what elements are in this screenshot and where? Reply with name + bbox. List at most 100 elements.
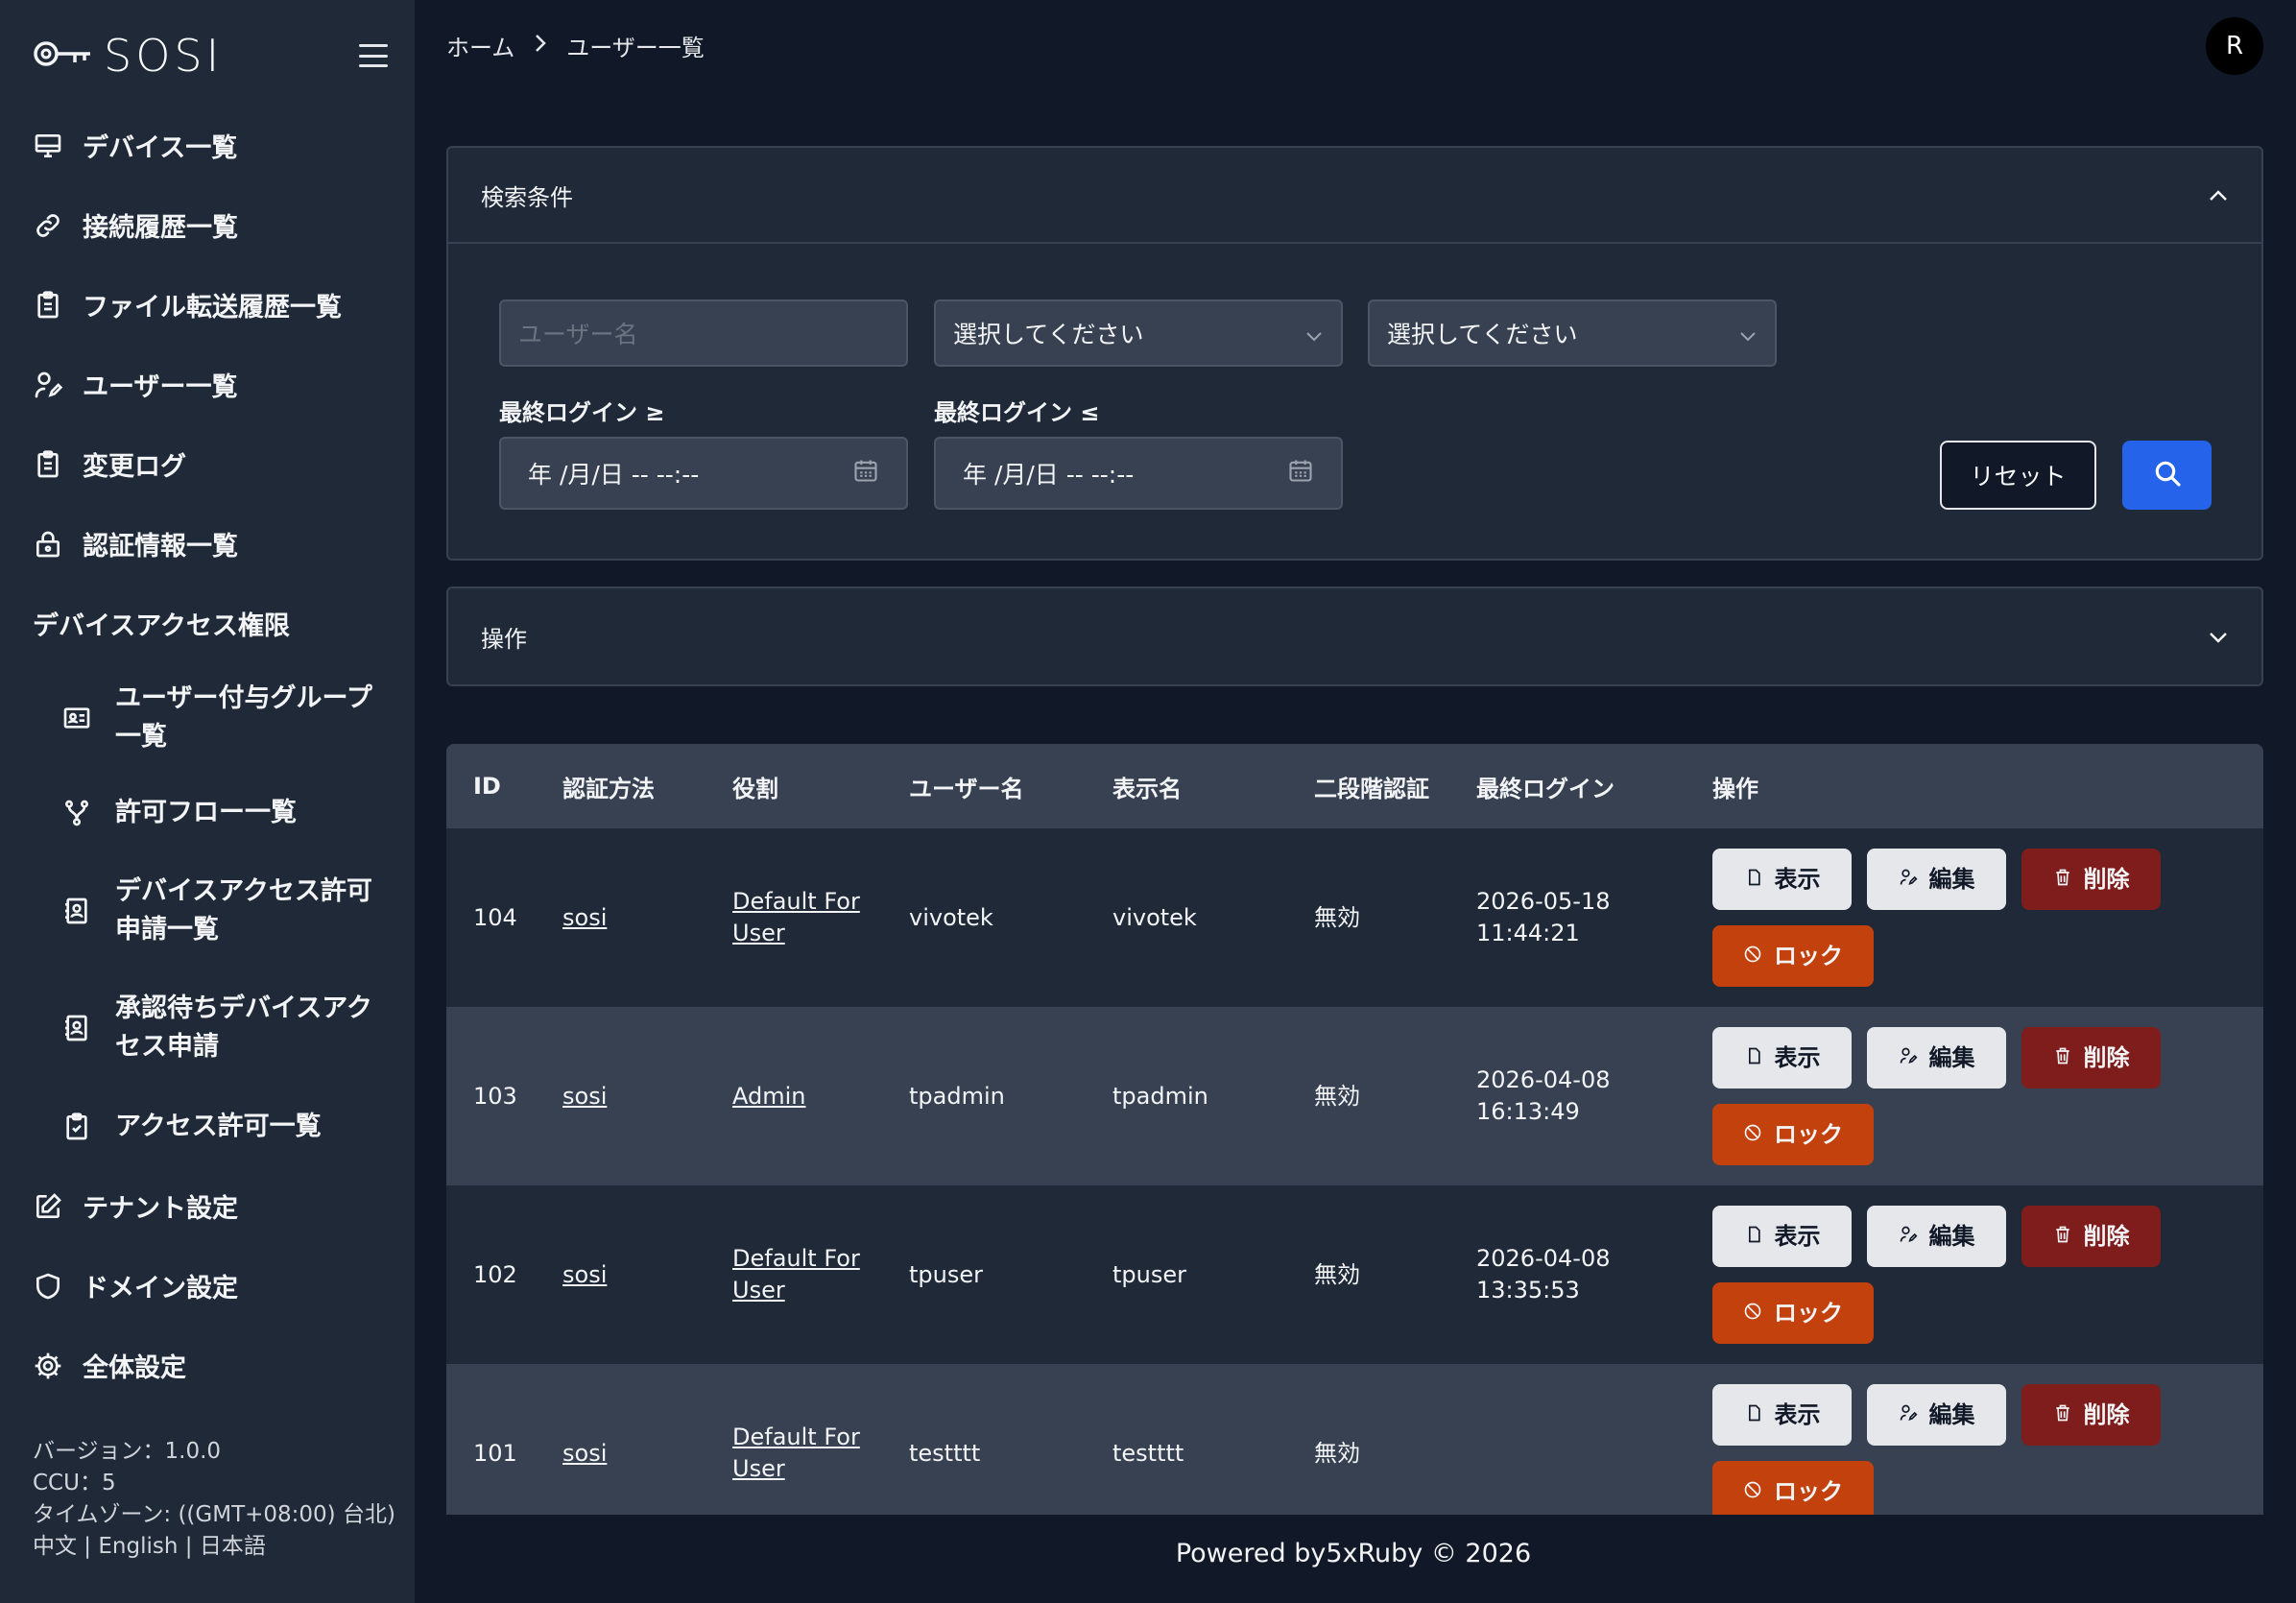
sidebar-footer: バージョン：1.0.0 CCU：5 タイムゾーン: ((GMT+08:00) 台… xyxy=(33,1436,395,1563)
search-button[interactable] xyxy=(2122,441,2212,510)
lang-separator: | xyxy=(77,1534,99,1559)
reset-button[interactable]: リセット xyxy=(1940,441,2096,510)
sidebar-item-users[interactable]: ユーザー一覧 xyxy=(0,345,415,424)
sidebar-item-label: デバイスアクセス許可申請一覧 xyxy=(115,876,372,945)
column-header-last-login[interactable]: 最終ログイン xyxy=(1449,744,1686,828)
clipboard-list-icon xyxy=(33,449,63,480)
chevron-down-icon xyxy=(1304,320,1324,347)
edit-button[interactable]: 編集 xyxy=(1867,849,2006,910)
ccu-text: CCU：5 xyxy=(33,1471,116,1495)
avatar[interactable]: R xyxy=(2206,17,2263,75)
sidebar-item-global-settings[interactable]: 全体設定 xyxy=(0,1326,415,1405)
lock-button[interactable]: ロック xyxy=(1712,1282,1874,1344)
sidebar-item-access-permissions[interactable]: アクセス許可一覧 xyxy=(0,1087,415,1166)
view-button[interactable]: 表示 xyxy=(1712,1027,1852,1089)
auth-select[interactable]: 選択してください xyxy=(1368,299,1777,367)
user-edit-icon xyxy=(1899,1042,1918,1074)
language-switcher: 中文 | English | 日本語 xyxy=(33,1531,395,1563)
role-link[interactable]: Default For User xyxy=(732,1245,860,1304)
edit-button[interactable]: 編集 xyxy=(1867,1384,2006,1446)
chevron-down-icon xyxy=(2208,623,2229,650)
delete-button[interactable]: 削除 xyxy=(2021,849,2161,910)
column-header-auth[interactable]: 認証方法 xyxy=(536,744,706,828)
sidebar-item-label: 全体設定 xyxy=(83,1353,186,1383)
cell-display-name: tpadmin xyxy=(1112,1082,1208,1110)
lang-ja-link[interactable]: 日本語 xyxy=(200,1534,266,1559)
cell-2fa: 無効 xyxy=(1314,1082,1360,1110)
cell-username: tpuser xyxy=(909,1260,983,1288)
username-input[interactable]: ユーザー名 xyxy=(499,299,908,367)
sidebar-item-file-transfer-history[interactable]: ファイル転送履歴一覧 xyxy=(0,265,415,345)
clipboard-list-icon xyxy=(33,290,63,321)
column-header-display-name[interactable]: 表示名 xyxy=(1086,744,1287,828)
role-link[interactable]: Default For User xyxy=(732,1424,860,1482)
sidebar-item-permission-flows[interactable]: 許可フロー一覧 xyxy=(0,773,415,852)
view-button[interactable]: 表示 xyxy=(1712,1206,1852,1267)
auth-link[interactable]: sosi xyxy=(562,904,607,931)
lock-button[interactable]: ロック xyxy=(1712,925,1874,987)
column-header-username[interactable]: ユーザー名 xyxy=(882,744,1086,828)
sidebar-item-label: 接続履歴一覧 xyxy=(83,213,238,243)
sidebar-item-change-log[interactable]: 変更ログ xyxy=(0,424,415,504)
lock-button[interactable]: ロック xyxy=(1712,1461,1874,1515)
ban-icon xyxy=(1743,1298,1762,1329)
user-edit-icon xyxy=(1899,864,1918,896)
logo[interactable]: SOSI xyxy=(33,30,223,82)
role-select[interactable]: 選択してください xyxy=(934,299,1343,367)
delete-button[interactable]: 削除 xyxy=(2021,1027,2161,1089)
auth-link[interactable]: sosi xyxy=(562,1261,607,1288)
column-header-actions: 操作 xyxy=(1712,775,1758,802)
calendar-icon[interactable] xyxy=(852,457,879,490)
role-link[interactable]: Default For User xyxy=(732,888,860,946)
delete-button[interactable]: 削除 xyxy=(2021,1384,2161,1446)
search-panel-header[interactable]: 検索条件 xyxy=(448,148,2261,244)
cell-id: 102 xyxy=(473,1260,517,1288)
lang-zh-link[interactable]: 中文 xyxy=(33,1534,77,1559)
column-header-role[interactable]: 役割 xyxy=(706,744,882,828)
edit-button[interactable]: 編集 xyxy=(1867,1027,2006,1089)
last-login-to-input[interactable]: 年 /月/日 -- --:-- xyxy=(934,437,1343,510)
view-button[interactable]: 表示 xyxy=(1712,849,1852,910)
sidebar-item-tenant-settings[interactable]: テナント設定 xyxy=(0,1166,415,1246)
sidebar-item-pending-requests[interactable]: 承認待ちデバイスアクセス申請 xyxy=(0,969,415,1087)
sidebar-item-domain-settings[interactable]: ドメイン設定 xyxy=(0,1246,415,1326)
operations-panel-header[interactable]: 操作 xyxy=(448,588,2261,684)
sidebar-item-label: テナント設定 xyxy=(83,1194,238,1224)
trash-icon xyxy=(2053,1221,2072,1253)
users-table-container: ID 認証方法 役割 ユーザー名 表示名 二段階認証 最終ログイン 操作 104… xyxy=(446,744,2263,1515)
sidebar-item-user-groups[interactable]: ユーザー付与グループ一覧 xyxy=(0,663,415,773)
row-actions: 表示 編集 削除 ロック xyxy=(1712,1206,2173,1344)
auth-link[interactable]: sosi xyxy=(562,1440,607,1467)
users-table: ID 認証方法 役割 ユーザー名 表示名 二段階認証 最終ログイン 操作 104… xyxy=(446,744,2263,1515)
column-header-2fa[interactable]: 二段階認証 xyxy=(1287,744,1449,828)
clipboard-check-icon xyxy=(61,1112,92,1142)
monitor-icon xyxy=(33,131,63,161)
lang-en-link[interactable]: English xyxy=(98,1534,178,1559)
role-link[interactable]: Admin xyxy=(732,1083,806,1110)
key-icon xyxy=(33,38,94,73)
sidebar: SOSI デバイス一覧 接続履歴一覧 ファイル転送履歴一覧 ユーザー一覧 変更ロ… xyxy=(0,0,415,1603)
id-card-icon xyxy=(61,703,92,733)
trash-icon xyxy=(2053,864,2072,896)
calendar-icon[interactable] xyxy=(1287,457,1314,490)
ban-icon xyxy=(1743,1119,1762,1151)
breadcrumb-home[interactable]: ホーム xyxy=(446,29,514,62)
sidebar-item-credentials[interactable]: 認証情報一覧 xyxy=(0,504,415,584)
cell-username: vivotek xyxy=(909,903,993,931)
sidebar-item-devices[interactable]: デバイス一覧 xyxy=(0,106,415,185)
sidebar-item-label: ファイル転送履歴一覧 xyxy=(83,293,342,323)
view-label: 表示 xyxy=(1774,865,1821,893)
column-header-id[interactable]: ID xyxy=(446,744,536,828)
search-panel-title: 検索条件 xyxy=(481,183,573,211)
edit-button[interactable]: 編集 xyxy=(1867,1206,2006,1267)
lock-button[interactable]: ロック xyxy=(1712,1104,1874,1165)
view-button[interactable]: 表示 xyxy=(1712,1384,1852,1446)
auth-link[interactable]: sosi xyxy=(562,1083,607,1110)
menu-toggle-icon[interactable] xyxy=(359,44,388,67)
delete-button[interactable]: 削除 xyxy=(2021,1206,2161,1267)
last-login-from-input[interactable]: 年 /月/日 -- --:-- xyxy=(499,437,908,510)
timezone-text: タイムゾーン: ((GMT+08:00) 台北) xyxy=(33,1502,395,1527)
sidebar-item-access-requests[interactable]: デバイスアクセス許可申請一覧 xyxy=(0,852,415,969)
sidebar-item-connection-history[interactable]: 接続履歴一覧 xyxy=(0,185,415,265)
user-edit-icon xyxy=(33,370,63,400)
